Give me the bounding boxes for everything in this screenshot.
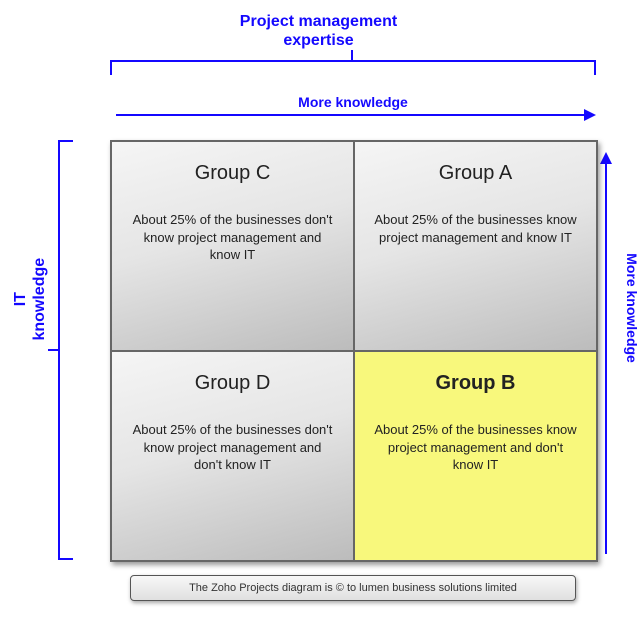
quadrant-diagram: Project management expertise More knowle… [0,0,637,621]
quadrant-top-right: Group A About 25% of the businesses know… [354,141,597,351]
y-axis-title-line1: IT [12,292,29,306]
y-axis-title: IT knowledge [11,229,49,369]
quadrant-title: Group B [436,372,516,395]
quadrant-title: Group C [195,162,271,185]
quadrant-desc: About 25% of the businesses don't know p… [130,421,335,474]
y-axis-title-line2: knowledge [31,258,48,341]
x-axis-title-line1: Project management [240,13,397,30]
top-bracket [110,60,596,75]
quadrant-top-left: Group C About 25% of the businesses don'… [111,141,354,351]
quadrant-desc: About 25% of the businesses know project… [373,211,578,246]
diagram-caption: The Zoho Projects diagram is © to lumen … [130,575,576,601]
left-bracket-stem [48,349,58,351]
quadrant-title: Group A [439,162,512,185]
quadrant-title: Group D [195,372,271,395]
quadrant-bottom-left: Group D About 25% of the businesses don'… [111,351,354,561]
quadrant-bottom-right: Group B About 25% of the businesses know… [354,351,597,561]
arrow-up-icon [600,152,612,164]
x-axis-arrow-line [116,114,584,116]
left-bracket [58,140,73,560]
quadrant-desc: About 25% of the businesses don't know p… [130,211,335,264]
x-axis-sublabel: More knowledge [110,94,596,110]
y-axis-sublabel: More knowledge [624,238,637,378]
top-bracket-stem [351,50,353,60]
quadrant-desc: About 25% of the businesses know project… [373,421,578,474]
y-axis-arrow-line [605,164,607,554]
x-axis-title-line2: expertise [283,32,353,49]
quadrant-grid: Group C About 25% of the businesses don'… [110,140,598,562]
x-axis-title: Project management expertise [0,12,637,50]
arrow-right-icon [584,109,596,121]
